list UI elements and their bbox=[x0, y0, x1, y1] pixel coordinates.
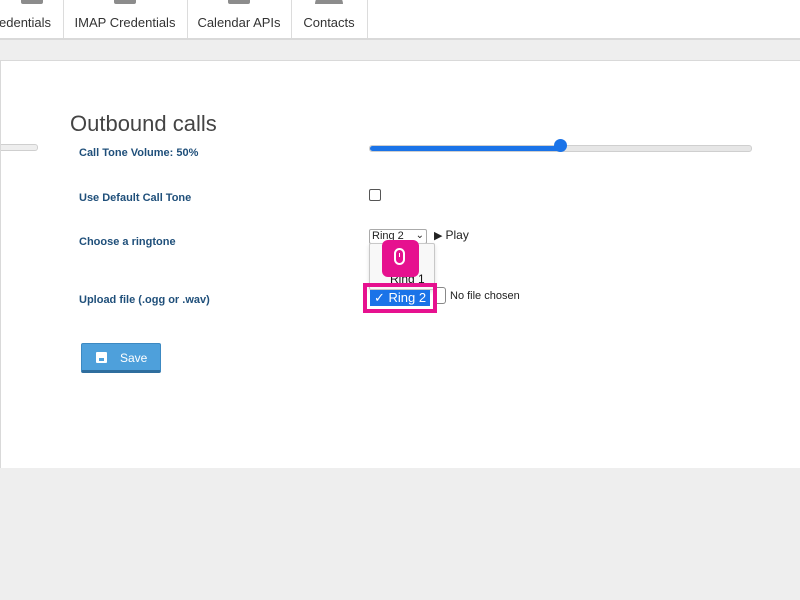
file-status: No file chosen bbox=[450, 290, 520, 302]
play-label: Play bbox=[445, 228, 469, 242]
calendar-grid-icon bbox=[228, 0, 250, 4]
tab-label: IMAP Credentials bbox=[74, 15, 176, 30]
volume-label: Call Tone Volume: 50% bbox=[79, 147, 199, 159]
choose-file-button[interactable] bbox=[437, 287, 446, 304]
section-heading: Outbound calls bbox=[70, 111, 217, 136]
chevron-down-icon: ⌄ bbox=[415, 230, 424, 241]
mouse-cursor-indicator bbox=[382, 240, 419, 277]
calendar-icon bbox=[20, 0, 43, 4]
tab-imap-credentials[interactable]: IMAP Credentials bbox=[63, 0, 188, 38]
default-tone-label: Use Default Call Tone bbox=[79, 192, 192, 204]
tab-label: Calendar APIs bbox=[197, 15, 281, 30]
ringtone-label: Choose a ringtone bbox=[79, 236, 176, 248]
volume-slider-handle[interactable] bbox=[553, 139, 567, 152]
tab-bar: edentials IMAP Credentials Calendar APIs… bbox=[0, 0, 800, 40]
tab-credentials[interactable]: edentials bbox=[0, 0, 64, 38]
save-label: Save bbox=[120, 351, 148, 365]
ringtone-option-ring-2[interactable]: ✓ Ring 2 bbox=[370, 290, 430, 306]
tab-label: Contacts bbox=[303, 15, 355, 30]
left-panel-edge bbox=[1, 144, 38, 151]
settings-panel: Outbound calls Call Tone Volume: 50% Use… bbox=[0, 61, 800, 468]
tab-label: edentials bbox=[0, 15, 52, 30]
floppy-disk-icon bbox=[96, 352, 107, 363]
contacts-icon bbox=[315, 0, 343, 4]
tab-calendar-apis[interactable]: Calendar APIs bbox=[187, 0, 292, 38]
toolbar-strip bbox=[0, 40, 800, 61]
envelope-icon bbox=[114, 0, 136, 4]
tab-contacts[interactable]: Contacts bbox=[291, 0, 368, 38]
highlighted-option-frame: ✓ Ring 2 bbox=[363, 283, 437, 313]
upload-label: Upload file (.ogg or .wav) bbox=[79, 294, 210, 306]
mouse-icon bbox=[394, 248, 405, 265]
play-button[interactable]: ▶ Play bbox=[434, 228, 469, 242]
volume-slider-fill bbox=[370, 146, 561, 151]
save-button[interactable]: Save bbox=[81, 343, 161, 373]
default-tone-checkbox[interactable] bbox=[369, 189, 381, 201]
page-footer-area bbox=[0, 468, 800, 600]
play-icon: ▶ bbox=[434, 230, 443, 242]
